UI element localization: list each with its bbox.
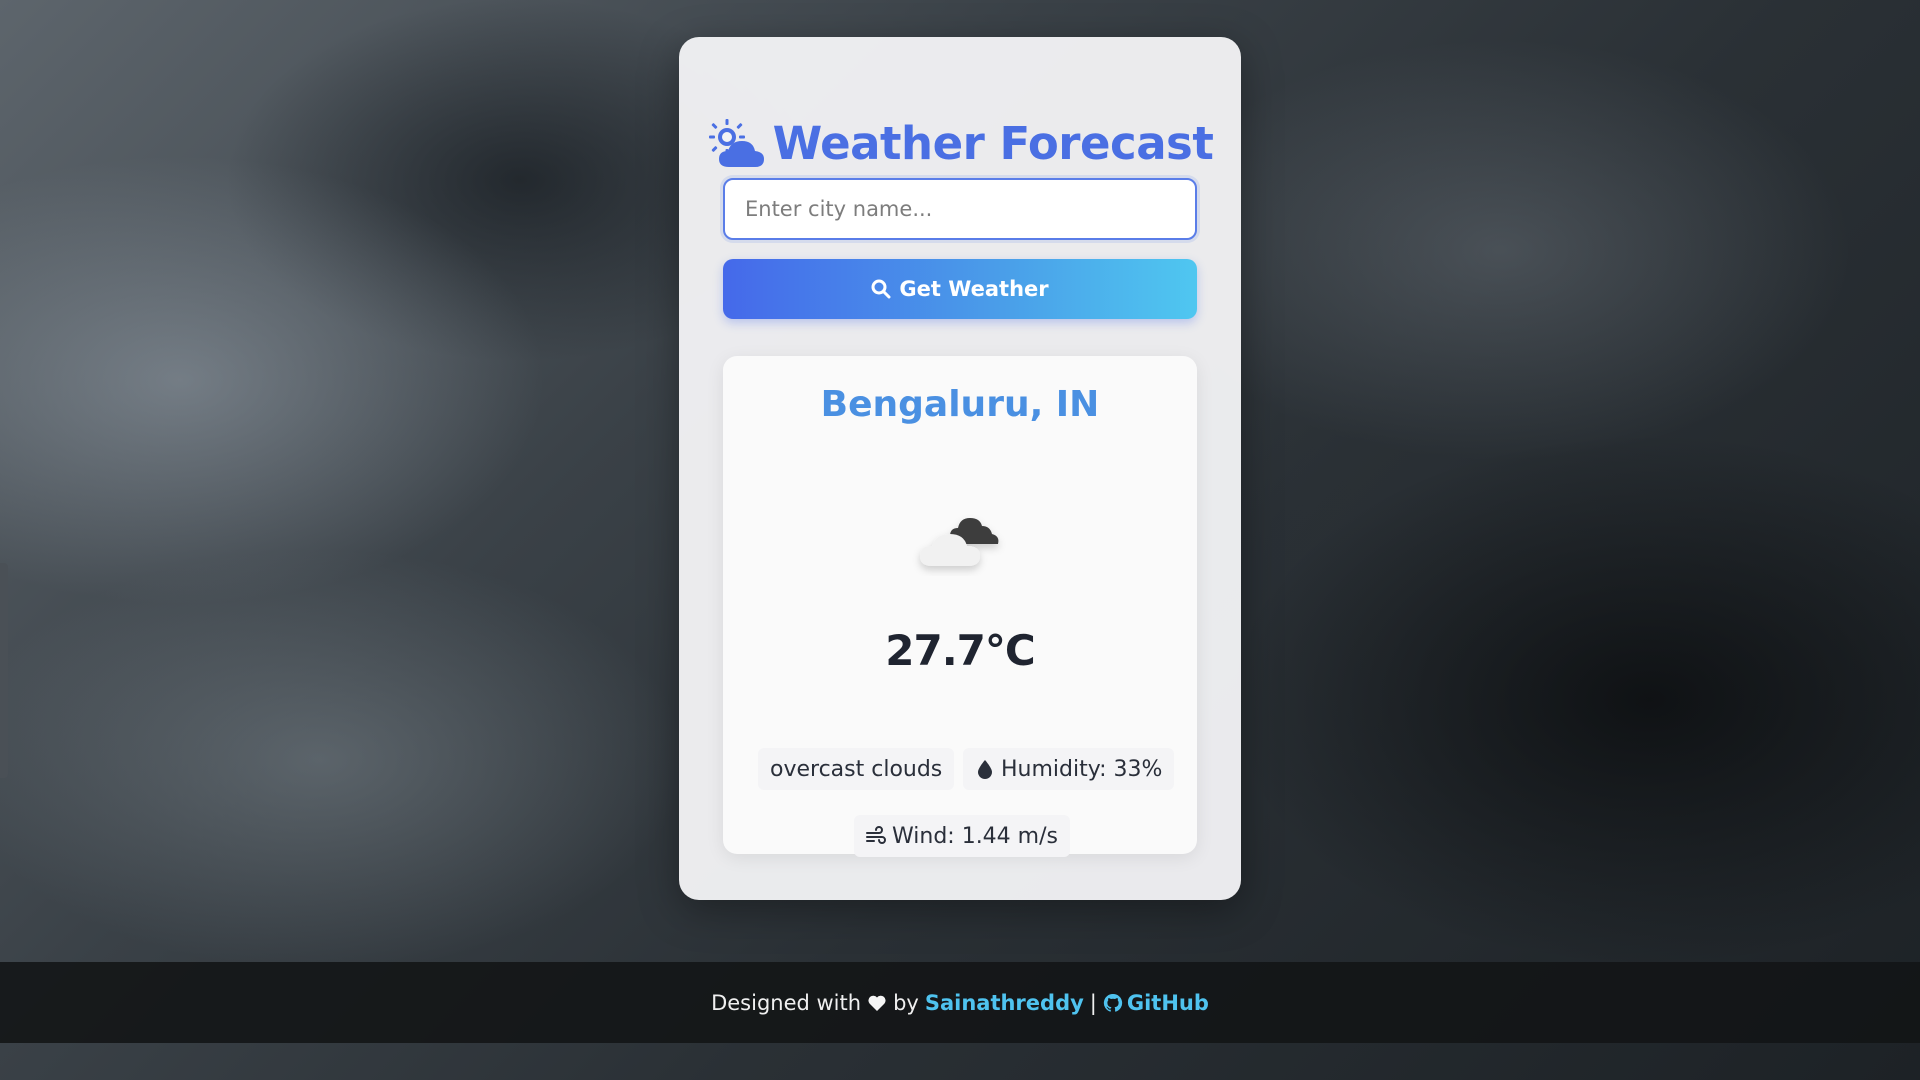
github-link[interactable]: GitHub [1103, 991, 1209, 1015]
temperature-value: 27.7°C [885, 626, 1035, 675]
city-search-input[interactable] [723, 178, 1197, 240]
github-icon [1103, 993, 1123, 1012]
overcast-clouds-icon [920, 518, 999, 566]
get-weather-button[interactable]: Get Weather [723, 259, 1197, 319]
footer-by: by [893, 990, 919, 1015]
droplet-icon [978, 760, 992, 779]
page-title: Weather Forecast [772, 117, 1214, 170]
weather-result-panel: Bengaluru, IN 27.7°C overcast clouds Hum… [723, 356, 1197, 857]
wind-icon [866, 826, 886, 844]
author-link[interactable]: Sainathreddy [925, 991, 1084, 1015]
app-header: Weather Forecast [679, 117, 1241, 170]
footer-prefix: Designed with [711, 990, 862, 1015]
weather-description: overcast clouds [770, 756, 943, 782]
heart-icon [868, 995, 886, 1011]
footer-separator: | [1089, 990, 1097, 1015]
sun-behind-cloud-icon [708, 118, 764, 167]
humidity-chip: Humidity: 33% [963, 748, 1175, 790]
author-link-label: Sainathreddy [924, 990, 1084, 1015]
city-name: Bengaluru, IN [820, 384, 1100, 425]
humidity-value: Humidity: 33% [1001, 756, 1163, 782]
wind-value: Wind: 1.44 m/s [892, 823, 1058, 849]
weather-card: Weather Forecast Get Weather Bengaluru, … [679, 37, 1241, 900]
side-tab-handle[interactable] [0, 563, 8, 778]
footer: Designed with by Sainathreddy | GitHub [0, 962, 1920, 1043]
weather-description-chip: overcast clouds [758, 748, 955, 790]
search-icon [871, 279, 891, 299]
github-link-label: GitHub [1126, 990, 1209, 1015]
get-weather-label: Get Weather [899, 277, 1049, 301]
wind-chip: Wind: 1.44 m/s [854, 815, 1070, 857]
